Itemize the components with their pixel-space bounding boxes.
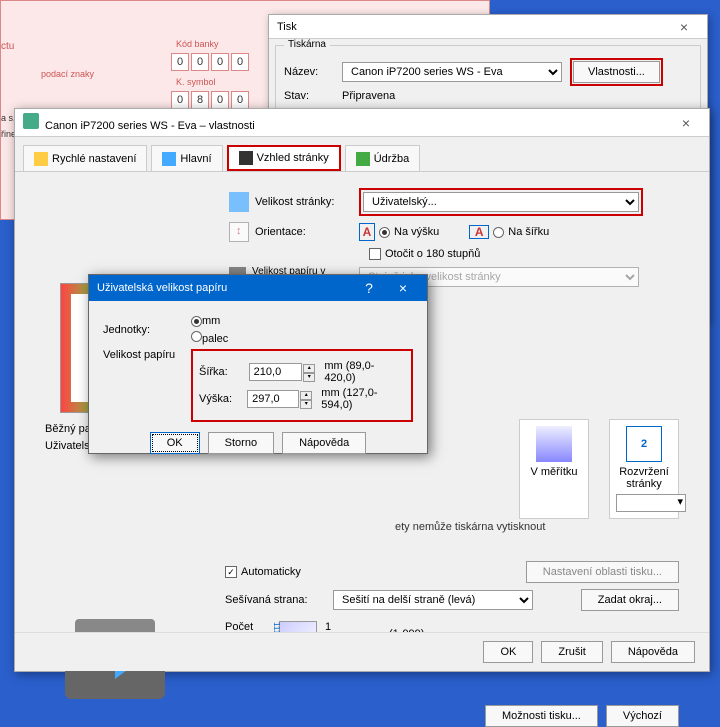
width-range: mm (89,0-420,0)	[324, 360, 405, 384]
height-range: mm (127,0-594,0)	[321, 387, 405, 411]
print-title: Tisk	[277, 21, 297, 33]
auto-label: Automaticky	[241, 566, 301, 578]
rotate-checkbox[interactable]	[369, 248, 381, 260]
page-icon	[162, 152, 176, 166]
dialog-buttons: OK Zrušit Nápověda	[15, 632, 709, 671]
page-size-icon	[229, 192, 249, 212]
ok-button[interactable]: OK	[150, 432, 200, 454]
paper-titlebar: Uživatelská velikost papíru ? ×	[89, 275, 427, 301]
ksymbol-boxes: 0800	[171, 91, 249, 109]
layout-button[interactable]: 2 Rozvržení stránky	[609, 419, 679, 519]
auto-checkbox[interactable]: ✓	[225, 566, 237, 578]
bound-select[interactable]: Sešití na delší straně (levá)	[333, 590, 533, 610]
tab-main[interactable]: Hlavní	[151, 145, 222, 171]
help-button[interactable]: Nápověda	[282, 432, 366, 454]
scale-icon	[536, 426, 572, 462]
printer-name-select[interactable]: Canon iP7200 series WS - Eva	[342, 62, 562, 82]
units-label: Jednotky:	[103, 324, 183, 336]
cancel-button[interactable]: Zrušit	[541, 641, 603, 663]
orient-icon: ↕	[229, 222, 249, 242]
bound-label: Sešívaná strana:	[225, 594, 325, 606]
mm-radio[interactable]: mm	[191, 315, 228, 327]
prop-titlebar: Canon iP7200 series WS - Eva – vlastnost…	[15, 109, 709, 137]
podaci-label: podací znaky	[41, 69, 94, 79]
page-size-label: Velikost stránky:	[255, 196, 334, 208]
cancel-button[interactable]: Storno	[208, 432, 274, 454]
height-spinner[interactable]: ▴▾	[300, 391, 312, 409]
print-warning: ety nemůže tiskárna vytisknout	[395, 521, 545, 533]
tab-bar: Rychlé nastavení Hlavní Vzhled stránky Ú…	[15, 137, 709, 172]
layout-icons: V měřítku 2 Rozvržení stránky	[519, 419, 679, 519]
scale-button[interactable]: V měřítku	[519, 419, 589, 519]
close-icon[interactable]: ×	[387, 277, 419, 299]
portrait-icon: A	[359, 223, 375, 241]
inch-radio[interactable]: palec	[191, 331, 228, 345]
layout-dropdown[interactable]	[616, 494, 686, 512]
close-icon[interactable]: ×	[669, 19, 699, 35]
tab-quick[interactable]: Rychlé nastavení	[23, 145, 147, 171]
tab-page-layout[interactable]: Vzhled stránky	[227, 145, 341, 171]
print-options-button[interactable]: Možnosti tisku...	[485, 705, 598, 727]
printer-group-label: Tiskárna	[284, 39, 330, 50]
help-icon[interactable]: ?	[353, 277, 385, 299]
ctu-label: ctu	[1, 41, 14, 52]
prop-title: Canon iP7200 series WS - Eva – vlastnost…	[45, 120, 255, 132]
print-area-button[interactable]: Nastavení oblasti tisku...	[526, 561, 679, 583]
kod-banky-boxes: 0000	[171, 53, 249, 71]
size-highlight: Šířka: 210,0▴▾ mm (89,0-420,0) Výška: 29…	[191, 349, 413, 422]
landscape-icon: A	[469, 225, 489, 239]
help-button[interactable]: Nápověda	[611, 641, 695, 663]
props-highlight: Vlastnosti...	[570, 58, 663, 86]
ksymbol-label: K. symbol	[176, 77, 216, 87]
margin-button[interactable]: Zadat okraj...	[581, 589, 679, 611]
tab-maintenance[interactable]: Údržba	[345, 145, 420, 171]
name-label: Název:	[284, 66, 334, 78]
printer-icon	[23, 113, 39, 129]
portrait-radio[interactable]: A Na výšku	[359, 223, 439, 241]
kod-banky-label: Kód banky	[176, 39, 219, 49]
bolt-icon	[34, 152, 48, 166]
properties-button[interactable]: Vlastnosti...	[573, 61, 660, 83]
paper-title: Uživatelská velikost papíru	[97, 282, 227, 294]
status-label: Stav:	[284, 90, 334, 102]
paper-size-dialog: Uživatelská velikost papíru ? × Jednotky…	[88, 274, 428, 454]
height-input[interactable]: 297,0▴▾	[247, 390, 299, 408]
papersize-label: Velikost papíru	[103, 349, 183, 361]
rotate-label: Otočit o 180 stupňů	[385, 248, 480, 260]
orient-label: Orientace:	[255, 226, 306, 238]
height-label: Výška:	[199, 393, 241, 405]
page-size-select[interactable]: Uživatelský...	[363, 192, 639, 212]
wrench-icon	[356, 152, 370, 166]
landscape-radio[interactable]: A Na šířku	[469, 225, 549, 239]
width-input[interactable]: 210,0▴▾	[249, 363, 303, 381]
default-button[interactable]: Výchozí	[606, 705, 679, 727]
ok-button[interactable]: OK	[483, 641, 533, 663]
layers-icon	[239, 151, 253, 165]
width-label: Šířka:	[199, 366, 243, 378]
width-spinner[interactable]: ▴▾	[303, 364, 315, 382]
print-titlebar: Tisk ×	[269, 15, 707, 39]
status-value: Připravena	[342, 90, 395, 102]
close-icon[interactable]: ×	[671, 115, 701, 131]
layout-icon: 2	[626, 426, 662, 462]
